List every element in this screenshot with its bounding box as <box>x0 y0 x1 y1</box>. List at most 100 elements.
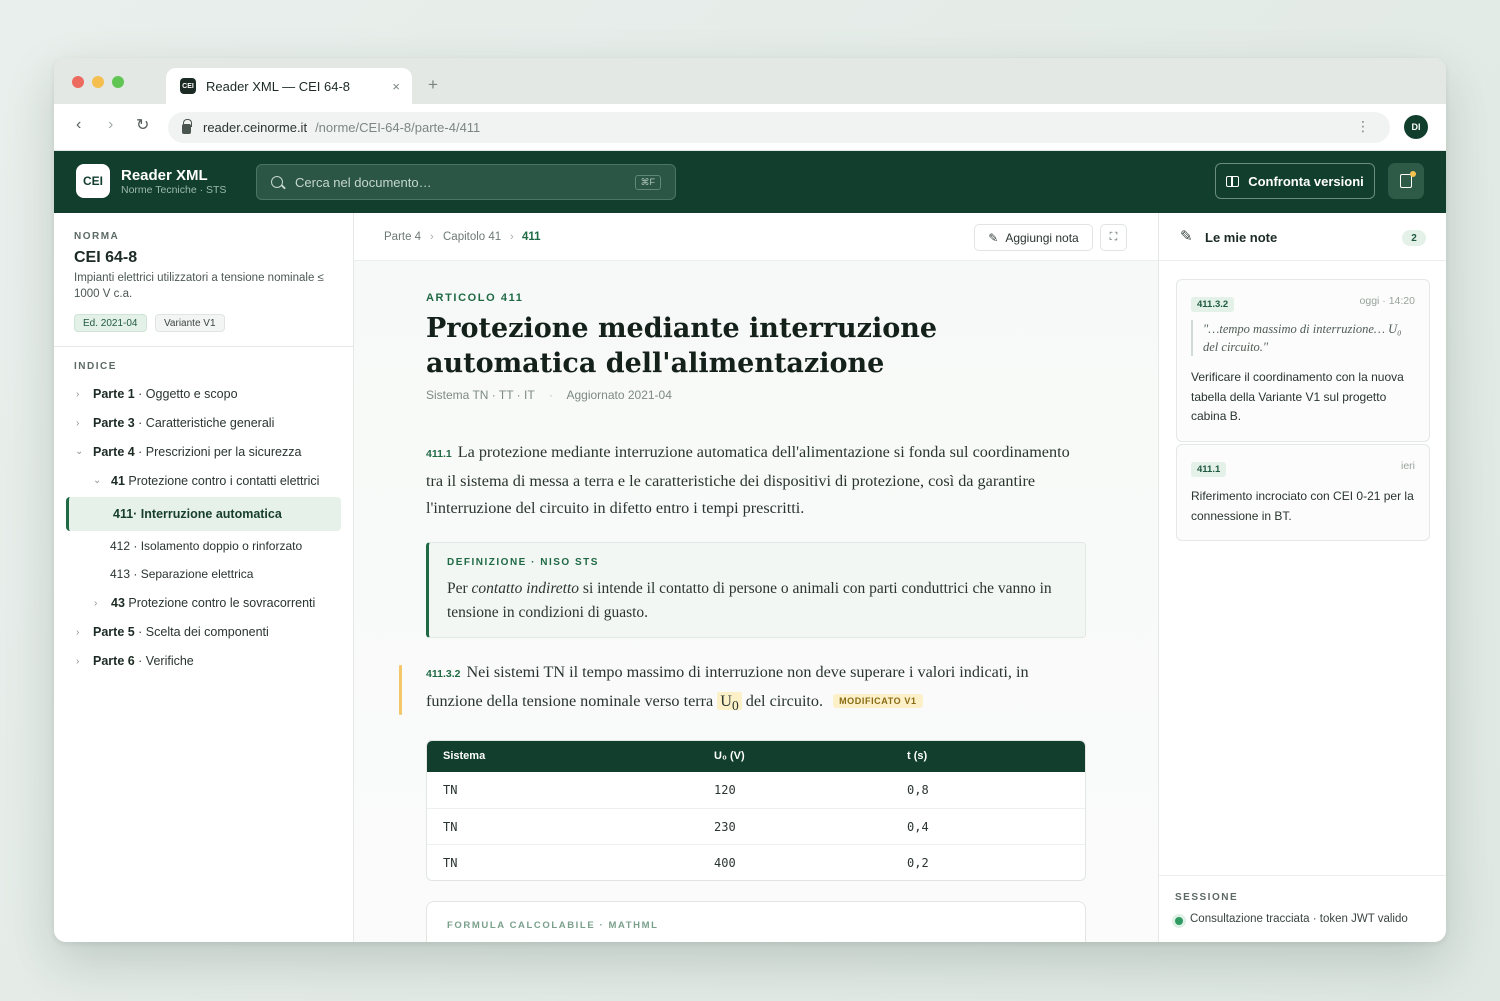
article-systems: Sistema TN · TT · IT <box>426 388 535 402</box>
breadcrumb-separator-icon: › <box>430 231 434 243</box>
note-reference[interactable]: 411.1 <box>1191 462 1227 477</box>
new-tab-icon[interactable]: + <box>428 75 438 95</box>
forward-icon[interactable]: › <box>108 116 113 134</box>
compare-versions-button[interactable]: Confronta versioni <box>1215 163 1375 199</box>
modified-badge: MODIFICATO V1 <box>833 694 923 708</box>
close-window-button[interactable] <box>72 76 84 88</box>
fullscreen-button[interactable]: ⛶ <box>1100 224 1127 251</box>
breadcrumb-item[interactable]: Parte 4 <box>384 231 421 243</box>
table-cell: 0,4 <box>907 820 929 834</box>
reload-icon[interactable]: ↻ <box>136 115 149 135</box>
notes-toggle-button[interactable] <box>1388 163 1424 199</box>
breadcrumb-item[interactable]: Capitolo 41 <box>443 231 501 243</box>
paragraph-411-1: 411.1 La protezione mediante interruzione… <box>426 443 1070 517</box>
columns-icon <box>1226 175 1240 187</box>
note-reference[interactable]: 411.3.2 <box>1191 297 1235 312</box>
toc-item-411-active[interactable]: 411 · Interruzione automatica <box>66 497 341 531</box>
search-input[interactable]: Cerca nel documento… ⌘F <box>256 164 676 200</box>
article-updated: Aggiornato 2021-04 <box>566 388 672 402</box>
notes-header: ✎ Le mie note 2 <box>1159 213 1446 261</box>
note-card[interactable]: 411.1 ieri Riferimento incrociato con CE… <box>1176 444 1430 541</box>
table-cell: 120 <box>714 783 736 797</box>
paragraph-number[interactable]: 411.3.2 <box>426 668 460 680</box>
expand-icon: ⛶ <box>1109 231 1118 243</box>
article-content: ARTICOLO 411 Protezione mediante interru… <box>354 261 1158 942</box>
app-title: Reader XML <box>121 167 208 184</box>
add-note-button[interactable]: ✎ Aggiungi nota <box>974 224 1093 251</box>
modified-marker <box>399 665 402 715</box>
search-placeholder: Cerca nel documento… <box>295 174 432 190</box>
pencil-icon: ✎ <box>988 230 999 245</box>
toc-item-41[interactable]: 41 Protezione contro i contatti elettric… <box>111 474 319 488</box>
definition-box: DEFINIZIONE · NISO STS Per contatto indi… <box>426 542 1086 638</box>
toc-item-parte-3[interactable]: Parte 3 · Caratteristiche generali <box>93 416 274 430</box>
url-field[interactable]: reader.ceinorme.it /norme/CEI-64-8/parte… <box>168 112 1390 143</box>
paragraph-number[interactable]: 411.1 <box>426 448 452 460</box>
tab-close-icon[interactable]: × <box>392 79 400 94</box>
toc-item-parte-1[interactable]: Parte 1 · Oggetto e scopo <box>93 387 238 401</box>
app-header: CEI Reader XML Norme Tecniche · STS Cerc… <box>54 151 1446 213</box>
column-header: Sistema <box>443 750 486 762</box>
toc-item-43[interactable]: 43 Protezione contro le sovracorrenti <box>111 596 315 610</box>
note-timestamp: oggi · 14:20 <box>1359 295 1415 307</box>
notes-title: Le mie note <box>1205 230 1278 245</box>
article-title: Protezione mediante interruzione automat… <box>426 313 938 379</box>
table-cell: 400 <box>714 856 736 870</box>
formula-label: FORMULA CALCOLABILE · MATHML <box>447 920 659 931</box>
index-label: INDICE <box>74 361 117 372</box>
chevron-right-icon[interactable]: › <box>76 389 79 400</box>
app-subtitle: Norme Tecniche · STS <box>121 184 227 196</box>
u0-symbol[interactable]: U0 <box>717 692 742 713</box>
session-status: SESSIONE Consultazione tracciata · token… <box>1159 875 1446 942</box>
compare-versions-label: Confronta versioni <box>1248 173 1364 189</box>
article-main: Parte 4 › Capitolo 41 › 411 ✎ Aggiungi n… <box>354 213 1158 942</box>
add-note-label: Aggiungi nota <box>1005 230 1079 245</box>
chevron-down-icon[interactable]: ⌄ <box>75 446 83 457</box>
toc-item-parte-4[interactable]: Parte 4 · Prescrizioni per la sicurezza <box>93 445 301 459</box>
kebab-menu-icon[interactable]: ⋮ <box>1356 118 1370 135</box>
article-meta: Sistema TN · TT · IT · Aggiornato 2021-0… <box>426 388 672 402</box>
minimize-window-button[interactable] <box>92 76 104 88</box>
notes-panel: ✎ Le mie note 2 411.3.2 oggi · 14:20 "…t… <box>1158 213 1446 942</box>
toc-item-parte-6[interactable]: Parte 6 · Verifiche <box>93 654 194 668</box>
url-host: reader.ceinorme.it <box>203 120 308 135</box>
chevron-right-icon[interactable]: › <box>76 418 79 429</box>
url-path: /norme/CEI-64-8/parte-4/411 <box>315 120 481 135</box>
column-header: t (s) <box>907 750 928 762</box>
definition-text: Per contatto indiretto si intende il con… <box>447 580 1052 621</box>
chevron-down-icon[interactable]: ⌄ <box>93 475 101 486</box>
table-cell: TN <box>443 820 458 834</box>
norm-title: CEI 64-8 <box>74 249 138 266</box>
pencil-icon: ✎ <box>1180 228 1193 245</box>
toc-item-parte-5[interactable]: Parte 5 · Scelta dei componenti <box>93 625 269 639</box>
browser-window: CEI Reader XML — CEI 64-8 × + ‹ › ↻ read… <box>54 58 1446 942</box>
toc-item-413[interactable]: 413 · Separazione elettrica <box>110 567 253 581</box>
back-icon[interactable]: ‹ <box>76 116 81 134</box>
table-cell: 0,2 <box>907 856 929 870</box>
browser-tab-active[interactable]: CEI Reader XML — CEI 64-8 × <box>166 68 412 104</box>
table-cell: 0,8 <box>907 783 929 797</box>
search-shortcut-badge: ⌘F <box>634 175 661 190</box>
chevron-right-icon[interactable]: › <box>76 627 79 638</box>
toc-item-412[interactable]: 412 · Isolamento doppio o rinforzato <box>110 539 302 553</box>
note-timestamp: ieri <box>1400 460 1415 472</box>
notes-count-badge: 2 <box>1402 230 1426 246</box>
note-text: Verificare il coordinamento con la nuova… <box>1191 370 1404 423</box>
sidebar-divider <box>54 346 354 347</box>
cei-logo: CEI <box>76 164 110 198</box>
note-card[interactable]: 411.3.2 oggi · 14:20 "…tempo massimo di … <box>1176 279 1430 442</box>
table-row: TN 230 0,4 <box>427 808 1085 844</box>
table-cell: TN <box>443 783 458 797</box>
profile-avatar[interactable]: DI <box>1404 115 1428 139</box>
table-cell: 230 <box>714 820 736 834</box>
table-row: TN 120 0,8 <box>427 772 1085 808</box>
chevron-right-icon[interactable]: › <box>76 656 79 667</box>
chevron-right-icon[interactable]: › <box>94 598 97 609</box>
note-text: Riferimento incrociato con CEI 0-21 per … <box>1191 489 1414 523</box>
maximize-window-button[interactable] <box>112 76 124 88</box>
norm-sidebar: NORMA CEI 64-8 Impianti elettrici utiliz… <box>54 213 354 942</box>
session-label: SESSIONE <box>1175 892 1239 903</box>
address-bar: ‹ › ↻ reader.ceinorme.it /norme/CEI-64-8… <box>54 104 1446 151</box>
session-text: Consultazione tracciata · token JWT vali… <box>1190 913 1408 925</box>
paragraph-411-3-2: 411.3.2 Nei sistemi TN il tempo massimo d… <box>426 663 1029 714</box>
